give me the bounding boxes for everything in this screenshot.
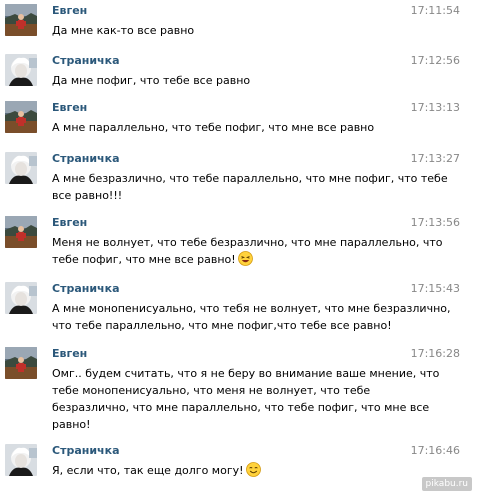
- avatar-evgen[interactable]: [5, 347, 37, 379]
- author-name[interactable]: Страничка: [52, 444, 120, 458]
- message-line: Меня не волнует, что тебе безразлично, ч…: [52, 236, 443, 249]
- author-name[interactable]: Страничка: [52, 152, 120, 166]
- message-time[interactable]: 17:15:43: [411, 282, 460, 296]
- message-line: А мне безразлично, что тебе параллельно,…: [52, 172, 448, 185]
- message-text: Да мне как-то все равно: [52, 22, 412, 39]
- message-line-text: тебе пофиг, что мне все равно!: [52, 253, 236, 266]
- message-line: равно!: [52, 418, 91, 431]
- message-text: Да мне пофиг, что тебе все равно: [52, 72, 412, 89]
- message-text: А мне безразлично, что тебе параллельно,…: [52, 170, 448, 204]
- message-text: А мне монопенисуально, что тебя не волну…: [52, 300, 451, 334]
- author-name[interactable]: Евген: [52, 101, 87, 115]
- avatar-stranichka[interactable]: [5, 282, 37, 314]
- laughing-emoji-icon: [237, 251, 253, 266]
- message-time[interactable]: 17:16:46: [411, 444, 460, 458]
- message-text: Я, если что, так еще долго могу!: [52, 462, 412, 479]
- message-line: тебе пофиг, что мне все равно!: [52, 251, 412, 268]
- message-line: А мне параллельно, что тебе пофиг, что м…: [52, 121, 375, 134]
- message-line: Да мне пофиг, что тебе все равно: [52, 74, 251, 87]
- avatar-evgen[interactable]: [5, 4, 37, 36]
- message-line: А мне монопенисуально, что тебя не волну…: [52, 302, 451, 315]
- message-text: Омг.. будем считать, что я не беру во вн…: [52, 365, 440, 433]
- author-name[interactable]: Евген: [52, 347, 87, 361]
- message-text: А мне параллельно, что тебе пофиг, что м…: [52, 119, 412, 136]
- avatar-stranichka[interactable]: [5, 54, 37, 86]
- watermark: pikabu.ru: [421, 477, 472, 491]
- message-time[interactable]: 17:12:56: [411, 54, 460, 68]
- smiling-emoji-icon: [245, 462, 261, 477]
- message-line: что тебе параллельно, что мне пофиг,что …: [52, 319, 392, 332]
- author-name[interactable]: Евген: [52, 4, 87, 18]
- author-name[interactable]: Страничка: [52, 54, 120, 68]
- author-name[interactable]: Евген: [52, 216, 87, 230]
- message-line: тебе монопенисуально, что меня не волнуе…: [52, 384, 371, 397]
- avatar-evgen[interactable]: [5, 216, 37, 248]
- author-name[interactable]: Страничка: [52, 282, 120, 296]
- avatar-evgen[interactable]: [5, 101, 37, 133]
- message-time[interactable]: 17:11:54: [411, 4, 460, 18]
- message-time[interactable]: 17:13:13: [411, 101, 460, 115]
- message-time[interactable]: 17:16:28: [411, 347, 460, 361]
- message-line-text: Я, если что, так еще долго могу!: [52, 464, 244, 477]
- avatar-stranichka[interactable]: [5, 444, 37, 476]
- message-text: Меня не волнует, что тебе безразлично, ч…: [52, 234, 443, 268]
- message-line: все равно!!!: [52, 189, 123, 202]
- message-time[interactable]: 17:13:56: [411, 216, 460, 230]
- message-time[interactable]: 17:13:27: [411, 152, 460, 166]
- message-line: безразлично, что мне параллельно, что те…: [52, 401, 430, 414]
- message-line: Да мне как-то все равно: [52, 24, 195, 37]
- avatar-stranichka[interactable]: [5, 152, 37, 184]
- message-line: Я, если что, так еще долго могу!: [52, 462, 412, 479]
- message-line: Омг.. будем считать, что я не беру во вн…: [52, 367, 440, 380]
